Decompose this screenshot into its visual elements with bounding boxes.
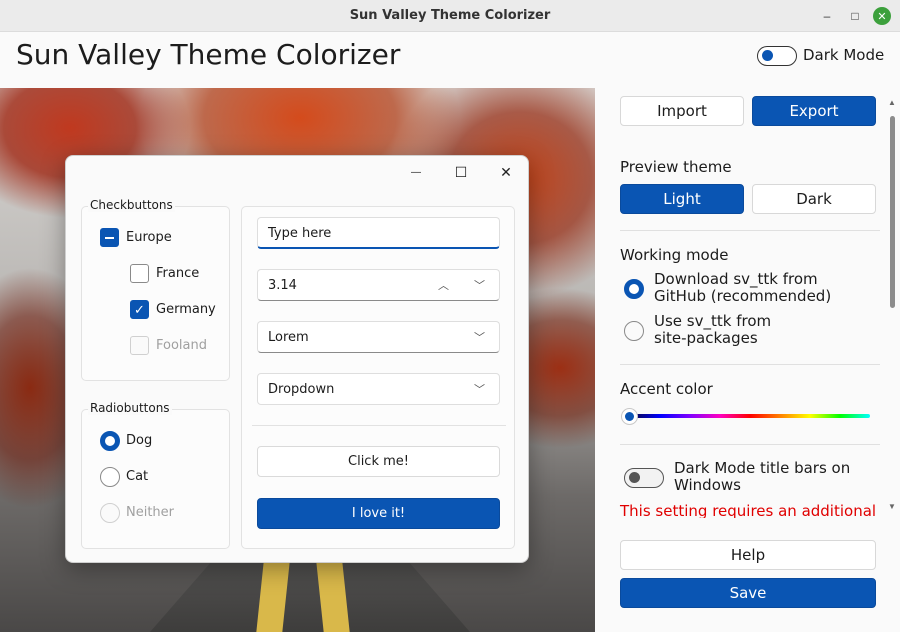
checkbox-label: Europe [126, 230, 172, 245]
group-label: Checkbuttons [88, 198, 175, 212]
text-entry[interactable]: Type here [257, 217, 500, 249]
radiobuttons-group: Radiobuttons Dog Cat Neither [81, 401, 230, 549]
radio-site-packages[interactable] [624, 321, 644, 341]
preview-close-button[interactable]: ✕ [496, 162, 516, 182]
accent-color-label: Accent color [620, 380, 713, 398]
maximize-button[interactable]: □ [846, 7, 864, 25]
radio-site-packages-label: Use sv_ttk from site-packages [654, 313, 771, 347]
combobox-value: Lorem [268, 330, 309, 345]
warning-clip: This setting requires an additional [600, 500, 883, 518]
checkbox-europe[interactable] [100, 228, 119, 247]
chevron-up-icon[interactable]: ︿ [438, 277, 449, 293]
scroll-thumb[interactable] [890, 116, 895, 308]
light-theme-button[interactable]: Light [620, 184, 744, 214]
chevron-down-icon: ﹀ [474, 331, 485, 344]
window-title: Sun Valley Theme Colorizer [349, 8, 551, 23]
entry-value: Type here [268, 226, 332, 241]
minimize-button[interactable]: – [818, 7, 836, 25]
scroll-up-icon[interactable]: ▲ [887, 98, 897, 107]
export-button[interactable]: Export [752, 96, 876, 126]
checkbuttons-group: Checkbuttons Europe France ✓ Germany Foo… [81, 198, 230, 381]
controls-group: Type here 3.14 ︿ ﹀ Lorem ﹀ Dropdown ﹀ Cl… [241, 206, 515, 549]
chevron-down-icon[interactable]: ﹀ [474, 277, 485, 293]
preview-maximize-button[interactable]: ☐ [451, 162, 471, 182]
divider [252, 425, 506, 426]
spinbox-value: 3.14 [268, 278, 297, 293]
preview-theme-label: Preview theme [620, 158, 732, 176]
window-titlebar: Sun Valley Theme Colorizer – □ ✕ [0, 0, 900, 32]
close-icon: ✕ [500, 163, 512, 180]
working-mode-label: Working mode [620, 246, 729, 264]
dark-mode-label: Dark Mode [803, 46, 885, 64]
radio-label: Cat [126, 469, 149, 484]
minimize-icon: – [823, 9, 831, 23]
minus-icon [105, 236, 114, 239]
label-line: Download sv_ttk from [654, 270, 818, 288]
help-button[interactable]: Help [620, 540, 876, 570]
preview-minimize-button[interactable]: — [406, 162, 426, 182]
checkbox-label: Germany [156, 302, 216, 317]
divider [620, 364, 880, 365]
radio-neither [100, 503, 120, 523]
chevron-down-icon: ﹀ [474, 383, 485, 396]
checkbox-france[interactable] [130, 264, 149, 283]
group-label: Radiobuttons [88, 401, 172, 415]
maximize-icon: ☐ [454, 163, 468, 180]
close-button[interactable]: ✕ [873, 7, 891, 25]
import-button[interactable]: Import [620, 96, 744, 126]
titlebar-dark-toggle[interactable] [624, 468, 664, 488]
click-me-button[interactable]: Click me! [257, 446, 500, 477]
panel-scrollbar[interactable]: ▲ ▼ [887, 98, 897, 518]
dark-theme-button[interactable]: Dark [752, 184, 876, 214]
warning-text: This setting requires an additional [620, 502, 877, 518]
label-line: Windows [674, 476, 741, 494]
switch-knob [762, 50, 773, 61]
checkbox-germany[interactable]: ✓ [130, 300, 149, 319]
preview-window: — ☐ ✕ Checkbuttons Europe France ✓ Germa… [65, 155, 529, 563]
save-button[interactable]: Save [620, 578, 876, 608]
label-line: GitHub (recommended) [654, 287, 832, 305]
checkbox-label: France [156, 266, 200, 281]
titlebar-toggle-label: Dark Mode title bars on Windows [674, 460, 850, 494]
switch-knob [629, 472, 640, 483]
spinbox[interactable]: 3.14 ︿ ﹀ [257, 269, 500, 301]
dark-mode-switch[interactable] [757, 46, 797, 66]
radio-github-label: Download sv_ttk from GitHub (recommended… [654, 271, 831, 305]
label-line: Dark Mode title bars on [674, 459, 851, 477]
label-line: site-packages [654, 329, 758, 347]
combobox[interactable]: Lorem ﹀ [257, 321, 500, 353]
radio-label: Dog [126, 433, 153, 448]
accent-color-slider[interactable] [630, 414, 870, 418]
dropdown[interactable]: Dropdown ﹀ [257, 373, 500, 405]
divider [620, 230, 880, 231]
maximize-icon: □ [851, 9, 859, 23]
checkbox-fooland [130, 336, 149, 355]
slider-thumb[interactable] [621, 408, 638, 425]
radio-dog[interactable] [100, 431, 120, 451]
radio-label: Neither [126, 505, 175, 520]
app-title: Sun Valley Theme Colorizer [16, 38, 401, 71]
close-icon: ✕ [877, 10, 887, 23]
radio-cat[interactable] [100, 467, 120, 487]
dropdown-value: Dropdown [268, 382, 335, 397]
minimize-icon: — [411, 166, 421, 178]
label-line: Use sv_ttk from [654, 312, 772, 330]
divider [620, 444, 880, 445]
scroll-down-icon[interactable]: ▼ [887, 502, 897, 511]
checkbox-label: Fooland [156, 338, 207, 353]
i-love-it-button[interactable]: I love it! [257, 498, 500, 529]
check-icon: ✓ [134, 301, 145, 317]
radio-github[interactable] [624, 279, 644, 299]
